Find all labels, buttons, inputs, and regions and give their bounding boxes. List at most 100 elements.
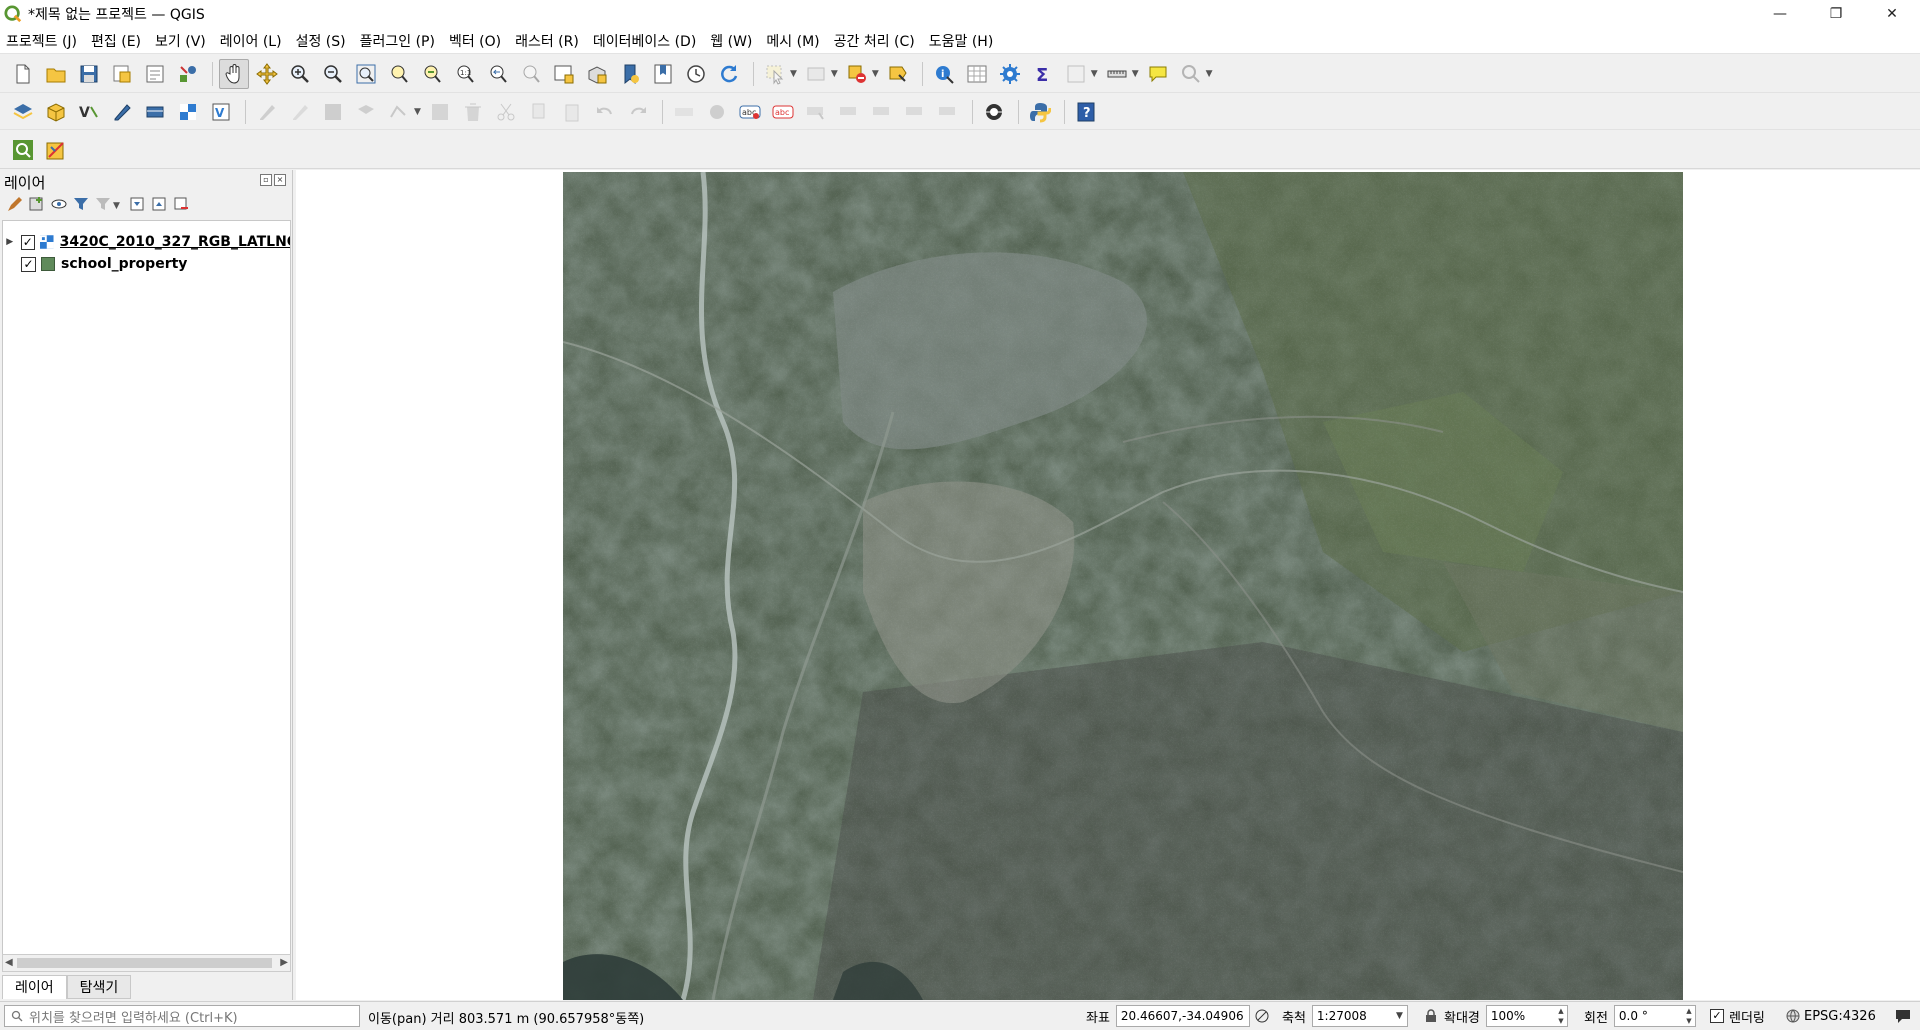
cut-features-button[interactable] (491, 97, 521, 127)
menu-mesh[interactable]: 메시 (M) (766, 31, 819, 51)
maximize-button[interactable]: ❐ (1808, 0, 1864, 28)
undo-button[interactable] (590, 97, 620, 127)
qgis-search-plugin-button[interactable] (8, 135, 38, 165)
tab-browser[interactable]: 탐색기 (66, 975, 132, 999)
menu-settings[interactable]: 설정 (S) (296, 31, 346, 51)
menu-vector[interactable]: 벡터 (O) (449, 31, 501, 51)
expand-all-button[interactable] (128, 195, 146, 217)
panel-float-button[interactable]: ▫ (260, 174, 272, 186)
zoom-full-button[interactable] (351, 59, 381, 89)
collapse-all-button[interactable] (150, 195, 168, 217)
menu-edit[interactable]: 편집 (E) (91, 31, 141, 51)
identify-features-button[interactable]: i (929, 59, 959, 89)
pan-map-button[interactable] (219, 58, 249, 89)
add-raster-layer-button[interactable] (173, 97, 203, 127)
menu-view[interactable]: 보기 (V) (155, 31, 206, 51)
add-wms-layer-button[interactable] (140, 97, 170, 127)
redo-button[interactable] (623, 97, 653, 127)
map-tips-button[interactable] (1143, 59, 1173, 89)
style-manager-button[interactable] (173, 59, 203, 89)
help-button[interactable]: ? (1071, 97, 1101, 127)
menu-database[interactable]: 데이터베이스 (D) (593, 31, 696, 51)
rotation-spinbox[interactable]: 0.0 ° ▲ ▼ (1613, 1005, 1696, 1027)
lock-icon[interactable] (1424, 1009, 1438, 1023)
print-layout-button[interactable] (140, 59, 170, 89)
current-edits-button[interactable] (252, 97, 282, 127)
add-vector-layer-button[interactable]: V (74, 97, 104, 127)
expand-arrow-icon[interactable]: ▶ (3, 237, 17, 247)
python-console-button[interactable] (1025, 97, 1055, 127)
filter-by-expression-button[interactable] (94, 195, 112, 217)
magnifier-spinbox[interactable]: 100% ▲ ▼ (1485, 1005, 1568, 1027)
label-settings-button[interactable]: abc (735, 97, 765, 127)
close-button[interactable]: ✕ (1864, 0, 1920, 28)
scroll-left-icon[interactable]: ◀ (5, 957, 13, 968)
virtual-layer-button[interactable]: V (206, 97, 236, 127)
attribute-table-button[interactable] (962, 59, 992, 89)
crs-label[interactable]: EPSG:4326 (1804, 1009, 1876, 1024)
copy-features-button[interactable] (524, 97, 554, 127)
menu-project[interactable]: 프로젝트 (J) (6, 31, 77, 51)
layer-name[interactable]: school_property (61, 256, 187, 272)
toggle-editing-button[interactable] (285, 97, 315, 127)
open-styling-button[interactable] (6, 195, 24, 217)
layer-visibility-checkbox[interactable]: ✓ (21, 256, 36, 272)
scale-combobox[interactable]: 1:27008 ▼ (1311, 1005, 1408, 1027)
pan-to-selection-button[interactable] (252, 59, 282, 89)
show-bookmarks-button[interactable] (648, 59, 678, 89)
change-label-button[interactable] (933, 97, 963, 127)
aerial-imagery-raster[interactable] (563, 172, 1683, 1000)
dropdown-arrow-icon[interactable]: ▼ (113, 201, 120, 211)
layer-tree-scrollbar[interactable]: ◀ ▶ (2, 954, 291, 972)
dropdown-arrow-icon[interactable]: ▼ (414, 107, 421, 117)
menu-processing[interactable]: 공간 처리 (C) (834, 31, 915, 51)
coordinate-input[interactable]: 20.46607,-34.04906 (1115, 1005, 1250, 1027)
dropdown-arrow-icon[interactable]: ▼ (790, 69, 797, 79)
crs-field[interactable]: EPSG:4326 (1786, 1005, 1876, 1027)
spin-arrows-icon[interactable]: ▲ ▼ (1683, 1006, 1695, 1026)
locator-search-button[interactable] (1176, 59, 1206, 89)
remove-layer-button[interactable] (172, 195, 190, 217)
zoom-last-button[interactable] (483, 59, 513, 89)
menu-raster[interactable]: 래스터 (R) (515, 31, 579, 51)
rotate-label-button[interactable] (900, 97, 930, 127)
vertex-tool-button[interactable] (384, 97, 414, 127)
add-feature-button[interactable] (351, 97, 381, 127)
map-canvas[interactable] (296, 170, 1920, 1000)
temporal-controller-button[interactable] (681, 59, 711, 89)
data-source-manager-button[interactable] (8, 97, 38, 127)
zoom-in-button[interactable] (285, 59, 315, 89)
georeferencer-plugin-button[interactable] (41, 135, 71, 165)
new-temp-layer-button[interactable] (107, 97, 137, 127)
measure-line-button[interactable] (1102, 59, 1132, 89)
save-edits-button[interactable] (318, 97, 348, 127)
new-map-view-button[interactable] (549, 59, 579, 89)
select-by-value-button[interactable] (801, 59, 831, 89)
manage-visibility-button[interactable] (50, 195, 68, 217)
dropdown-arrow-icon[interactable]: ▼ (1206, 69, 1213, 79)
dropdown-arrow-icon[interactable]: ▼ (1132, 69, 1139, 79)
processing-toolbox-button[interactable] (995, 59, 1025, 89)
save-project-button[interactable] (74, 59, 104, 89)
zoom-to-layer-button[interactable] (417, 59, 447, 89)
scrollbar-thumb[interactable] (17, 958, 272, 968)
paste-features-button[interactable] (557, 97, 587, 127)
highlight-labels-button[interactable] (801, 97, 831, 127)
new-bookmark-button[interactable] (615, 59, 645, 89)
layer-row-raster[interactable]: ▶ ✓ 3420C_2010_327_RGB_LATLNG (3, 231, 290, 253)
filter-legend-button[interactable] (72, 195, 90, 217)
measure-area-button[interactable] (1061, 59, 1091, 89)
dropdown-arrow-icon[interactable]: ▼ (872, 69, 879, 79)
messages-field[interactable] (1894, 1005, 1912, 1027)
delete-selected-button[interactable] (458, 97, 488, 127)
tab-layers[interactable]: 레이어 (2, 975, 67, 999)
pin-labels-button[interactable]: abc (768, 97, 798, 127)
dropdown-arrow-icon[interactable]: ▼ (831, 69, 838, 79)
minimize-button[interactable]: — (1752, 0, 1808, 28)
dropdown-arrow-icon[interactable]: ▼ (1091, 69, 1098, 79)
zoom-next-button[interactable] (516, 59, 546, 89)
coordinate-toggle-icon[interactable] (1254, 1008, 1270, 1024)
open-project-button[interactable] (41, 59, 71, 89)
zoom-out-button[interactable] (318, 59, 348, 89)
menu-help[interactable]: 도움말 (H) (929, 31, 994, 51)
